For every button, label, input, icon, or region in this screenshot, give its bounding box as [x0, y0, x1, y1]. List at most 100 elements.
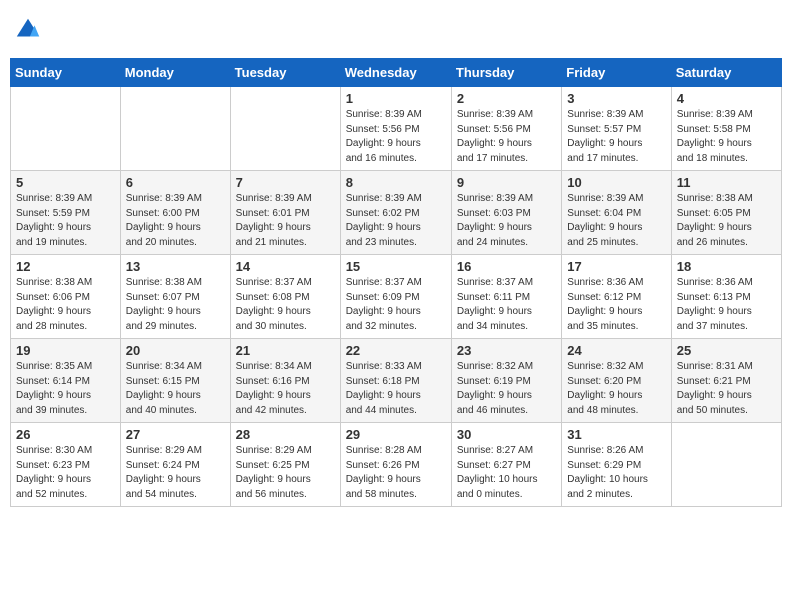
- day-info: Sunrise: 8:39 AM Sunset: 5:57 PM Dayligh…: [567, 108, 665, 166]
- day-number: 25: [677, 343, 776, 358]
- day-info: Sunrise: 8:38 AM Sunset: 6:06 PM Dayligh…: [16, 276, 115, 334]
- day-number: 4: [677, 91, 776, 106]
- day-number: 26: [16, 427, 115, 442]
- calendar-cell: 22 Sunrise: 8:33 AM Sunset: 6:18 PM Dayli…: [340, 339, 451, 423]
- weekday-header-thursday: Thursday: [451, 59, 561, 87]
- day-info: Sunrise: 8:38 AM Sunset: 6:05 PM Dayligh…: [677, 192, 776, 250]
- weekday-header-saturday: Saturday: [671, 59, 781, 87]
- calendar-cell: [11, 87, 121, 171]
- day-number: 9: [457, 175, 556, 190]
- day-info: Sunrise: 8:36 AM Sunset: 6:12 PM Dayligh…: [567, 276, 665, 334]
- day-number: 7: [236, 175, 335, 190]
- week-row-2: 5Sunrise: 8:39 AM Sunset: 5:59 PM Daylig…: [11, 171, 782, 255]
- calendar-cell: 3Sunrise: 8:39 AM Sunset: 5:57 PM Daylig…: [562, 87, 671, 171]
- calendar-cell: 16 Sunrise: 8:37 AM Sunset: 6:11 PM Dayli…: [451, 255, 561, 339]
- calendar-cell: 2Sunrise: 8:39 AM Sunset: 5:56 PM Daylig…: [451, 87, 561, 171]
- day-number: 30: [457, 427, 556, 442]
- day-number: 23: [457, 343, 556, 358]
- day-number: 27: [126, 427, 225, 442]
- calendar-cell: 14 Sunrise: 8:37 AM Sunset: 6:08 PM Dayli…: [230, 255, 340, 339]
- day-info: Sunrise: 8:34 AM Sunset: 6:15 PM Dayligh…: [126, 360, 225, 418]
- day-number: 10: [567, 175, 665, 190]
- day-number: 22: [346, 343, 446, 358]
- calendar-cell: 6 Sunrise: 8:39 AM Sunset: 6:00 PM Daylig…: [120, 171, 230, 255]
- day-info: Sunrise: 8:38 AM Sunset: 6:07 PM Dayligh…: [126, 276, 225, 334]
- calendar-cell: [671, 423, 781, 507]
- day-number: 16: [457, 259, 556, 274]
- day-number: 6: [126, 175, 225, 190]
- calendar-cell: 7 Sunrise: 8:39 AM Sunset: 6:01 PM Daylig…: [230, 171, 340, 255]
- day-number: 28: [236, 427, 335, 442]
- calendar-cell: 10Sunrise: 8:39 AM Sunset: 6:04 PM Dayli…: [562, 171, 671, 255]
- day-info: Sunrise: 8:39 AM Sunset: 6:00 PM Dayligh…: [126, 192, 225, 250]
- day-number: 14: [236, 259, 335, 274]
- day-info: Sunrise: 8:34 AM Sunset: 6:16 PM Dayligh…: [236, 360, 335, 418]
- day-number: 15: [346, 259, 446, 274]
- page-header: [10, 10, 782, 50]
- calendar-cell: 21 Sunrise: 8:34 AM Sunset: 6:16 PM Dayli…: [230, 339, 340, 423]
- day-info: Sunrise: 8:31 AM Sunset: 6:21 PM Dayligh…: [677, 360, 776, 418]
- calendar-cell: 11Sunrise: 8:38 AM Sunset: 6:05 PM Dayli…: [671, 171, 781, 255]
- day-info: Sunrise: 8:39 AM Sunset: 5:56 PM Dayligh…: [346, 108, 446, 166]
- day-number: 21: [236, 343, 335, 358]
- week-row-4: 19 Sunrise: 8:35 AM Sunset: 6:14 PM Dayli…: [11, 339, 782, 423]
- calendar-cell: 13 Sunrise: 8:38 AM Sunset: 6:07 PM Dayli…: [120, 255, 230, 339]
- day-info: Sunrise: 8:37 AM Sunset: 6:09 PM Dayligh…: [346, 276, 446, 334]
- calendar-cell: 25 Sunrise: 8:31 AM Sunset: 6:21 PM Dayli…: [671, 339, 781, 423]
- calendar-cell: 9 Sunrise: 8:39 AM Sunset: 6:03 PM Daylig…: [451, 171, 561, 255]
- calendar-cell: 18 Sunrise: 8:36 AM Sunset: 6:13 PM Dayli…: [671, 255, 781, 339]
- day-info: Sunrise: 8:30 AM Sunset: 6:23 PM Dayligh…: [16, 444, 115, 502]
- day-info: Sunrise: 8:36 AM Sunset: 6:13 PM Dayligh…: [677, 276, 776, 334]
- day-info: Sunrise: 8:33 AM Sunset: 6:18 PM Dayligh…: [346, 360, 446, 418]
- calendar-cell: 15 Sunrise: 8:37 AM Sunset: 6:09 PM Dayli…: [340, 255, 451, 339]
- day-info: Sunrise: 8:39 AM Sunset: 6:01 PM Dayligh…: [236, 192, 335, 250]
- day-info: Sunrise: 8:32 AM Sunset: 6:19 PM Dayligh…: [457, 360, 556, 418]
- day-number: 29: [346, 427, 446, 442]
- week-row-3: 12 Sunrise: 8:38 AM Sunset: 6:06 PM Dayli…: [11, 255, 782, 339]
- calendar-cell: 30 Sunrise: 8:27 AM Sunset: 6:27 PM Dayli…: [451, 423, 561, 507]
- calendar-cell: 17Sunrise: 8:36 AM Sunset: 6:12 PM Dayli…: [562, 255, 671, 339]
- day-info: Sunrise: 8:39 AM Sunset: 5:58 PM Dayligh…: [677, 108, 776, 166]
- day-number: 8: [346, 175, 446, 190]
- calendar-cell: 20 Sunrise: 8:34 AM Sunset: 6:15 PM Dayli…: [120, 339, 230, 423]
- weekday-header-friday: Friday: [562, 59, 671, 87]
- day-number: 2: [457, 91, 556, 106]
- day-info: Sunrise: 8:37 AM Sunset: 6:08 PM Dayligh…: [236, 276, 335, 334]
- day-info: Sunrise: 8:26 AM Sunset: 6:29 PM Dayligh…: [567, 444, 665, 502]
- weekday-header-monday: Monday: [120, 59, 230, 87]
- calendar-cell: 26 Sunrise: 8:30 AM Sunset: 6:23 PM Dayli…: [11, 423, 121, 507]
- weekday-header-wednesday: Wednesday: [340, 59, 451, 87]
- day-info: Sunrise: 8:29 AM Sunset: 6:24 PM Dayligh…: [126, 444, 225, 502]
- weekday-header-tuesday: Tuesday: [230, 59, 340, 87]
- calendar-cell: 4 Sunrise: 8:39 AM Sunset: 5:58 PM Daylig…: [671, 87, 781, 171]
- calendar-cell: [120, 87, 230, 171]
- day-info: Sunrise: 8:35 AM Sunset: 6:14 PM Dayligh…: [16, 360, 115, 418]
- weekday-header-row: SundayMondayTuesdayWednesdayThursdayFrid…: [11, 59, 782, 87]
- day-info: Sunrise: 8:39 AM Sunset: 5:59 PM Dayligh…: [16, 192, 115, 250]
- day-info: Sunrise: 8:39 AM Sunset: 6:03 PM Dayligh…: [457, 192, 556, 250]
- day-info: Sunrise: 8:28 AM Sunset: 6:26 PM Dayligh…: [346, 444, 446, 502]
- day-number: 18: [677, 259, 776, 274]
- weekday-header-sunday: Sunday: [11, 59, 121, 87]
- calendar-cell: 8Sunrise: 8:39 AM Sunset: 6:02 PM Daylig…: [340, 171, 451, 255]
- calendar-cell: 31Sunrise: 8:26 AM Sunset: 6:29 PM Dayli…: [562, 423, 671, 507]
- day-number: 19: [16, 343, 115, 358]
- calendar-cell: 19 Sunrise: 8:35 AM Sunset: 6:14 PM Dayli…: [11, 339, 121, 423]
- day-number: 13: [126, 259, 225, 274]
- day-info: Sunrise: 8:27 AM Sunset: 6:27 PM Dayligh…: [457, 444, 556, 502]
- day-info: Sunrise: 8:37 AM Sunset: 6:11 PM Dayligh…: [457, 276, 556, 334]
- day-number: 1: [346, 91, 446, 106]
- calendar-table: SundayMondayTuesdayWednesdayThursdayFrid…: [10, 58, 782, 507]
- calendar-cell: 29 Sunrise: 8:28 AM Sunset: 6:26 PM Dayli…: [340, 423, 451, 507]
- logo: [14, 16, 46, 44]
- week-row-5: 26 Sunrise: 8:30 AM Sunset: 6:23 PM Dayli…: [11, 423, 782, 507]
- day-number: 12: [16, 259, 115, 274]
- logo-icon: [14, 16, 42, 44]
- day-number: 20: [126, 343, 225, 358]
- calendar-cell: 24Sunrise: 8:32 AM Sunset: 6:20 PM Dayli…: [562, 339, 671, 423]
- calendar-cell: 5Sunrise: 8:39 AM Sunset: 5:59 PM Daylig…: [11, 171, 121, 255]
- day-info: Sunrise: 8:29 AM Sunset: 6:25 PM Dayligh…: [236, 444, 335, 502]
- calendar-cell: 27 Sunrise: 8:29 AM Sunset: 6:24 PM Dayli…: [120, 423, 230, 507]
- calendar-cell: 1 Sunrise: 8:39 AM Sunset: 5:56 PM Daylig…: [340, 87, 451, 171]
- calendar-cell: 23 Sunrise: 8:32 AM Sunset: 6:19 PM Dayli…: [451, 339, 561, 423]
